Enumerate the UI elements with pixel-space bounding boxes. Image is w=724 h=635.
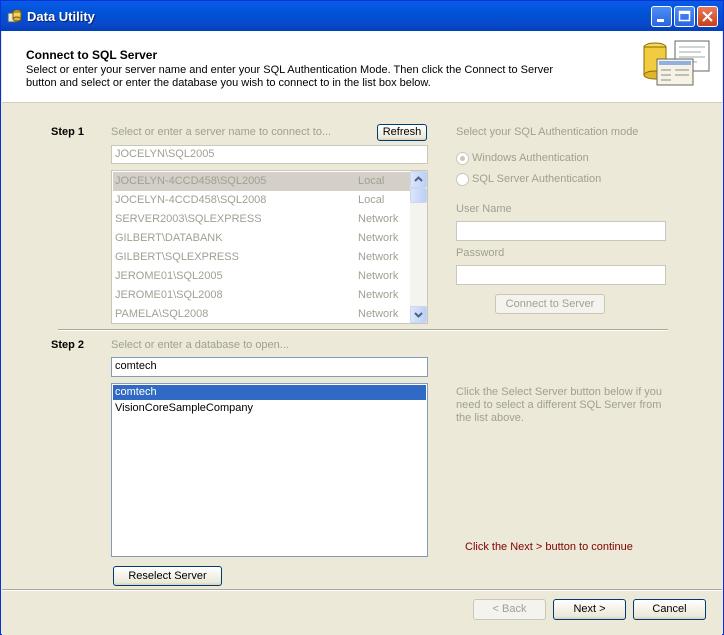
cancel-button[interactable]: Cancel [633, 599, 706, 620]
server-prompt: Select or enter a server name to connect… [111, 126, 332, 138]
database-prompt: Select or enter a database to open... [111, 339, 289, 351]
refresh-button[interactable]: Refresh [377, 124, 427, 141]
close-button[interactable] [697, 6, 718, 27]
minimize-icon [657, 19, 664, 22]
back-button[interactable]: < Back [473, 599, 546, 620]
reselect-hint: Click the Select Server button below if … [456, 386, 663, 424]
server-list-item[interactable]: JEROME01\SQL2005 Network [113, 267, 411, 286]
server-type: Network [358, 308, 399, 320]
page-description: Select or enter your server name and ent… [26, 64, 554, 89]
database-list[interactable]: comtech VisionCoreSampleCompany [111, 383, 428, 557]
connect-to-server-button[interactable]: Connect to Server [495, 294, 605, 314]
server-name: GILBERT\SQLEXPRESS [115, 251, 239, 263]
server-type: Network [358, 213, 399, 225]
scroll-thumb[interactable] [410, 188, 427, 203]
close-icon [702, 11, 713, 22]
server-type: Network [358, 289, 399, 301]
next-hint: Click the Next > button to continue [465, 541, 633, 553]
database-server-icon [643, 40, 710, 86]
server-type: Local [358, 175, 385, 187]
server-name-input[interactable]: JOCELYN\SQL2005 [111, 145, 428, 164]
chevron-down-icon [414, 312, 423, 318]
server-list-item[interactable]: JEROME01\SQL2008 Network [113, 286, 411, 305]
windows-auth-label: Windows Authentication [472, 152, 589, 164]
server-name: PAMELA\SQL2008 [115, 308, 209, 320]
wizard-header: Connect to SQL Server Select or enter yo… [2, 31, 722, 103]
database-list-item[interactable]: comtech [113, 385, 426, 400]
scroll-up-button[interactable] [410, 171, 427, 188]
database-app-icon [7, 9, 22, 23]
scroll-down-button[interactable] [410, 306, 427, 323]
server-name: JEROME01\SQL2005 [115, 270, 223, 282]
maximize-icon [678, 10, 691, 22]
step2-label: Step 2 [51, 339, 85, 351]
server-list-item[interactable]: JOCELYN-4CCD458\SQL2005 Local [113, 172, 411, 191]
password-label: Password [456, 247, 505, 259]
server-type: Local [358, 194, 385, 206]
section-divider [58, 329, 668, 331]
server-name: JOCELYN-4CCD458\SQL2008 [115, 194, 267, 206]
server-list-item[interactable]: PAMELA\SQL2008 Network [113, 305, 411, 323]
sql-auth-radio[interactable] [456, 173, 469, 186]
reselect-server-button[interactable]: Reselect Server [113, 566, 222, 586]
server-type: Network [358, 232, 399, 244]
server-name: JOCELYN-4CCD458\SQL2005 [115, 175, 267, 187]
server-name: GILBERT\DATABANK [115, 232, 223, 244]
server-type: Network [358, 251, 399, 263]
server-list-item[interactable]: SERVER2003\SQLEXPRESS Network [113, 210, 411, 229]
window-title: Data Utility [27, 9, 95, 24]
auth-mode-prompt: Select your SQL Authentication mode [456, 126, 639, 138]
chevron-up-icon [414, 176, 423, 182]
server-list-item[interactable]: JOCELYN-4CCD458\SQL2008 Local [113, 191, 411, 210]
username-label: User Name [456, 203, 512, 215]
server-list[interactable]: JOCELYN-4CCD458\SQL2005 Local JOCELYN-4CCD… [111, 170, 428, 324]
sql-auth-label: SQL Server Authentication [472, 173, 602, 185]
server-list-scrollbar[interactable] [410, 171, 427, 323]
server-name: JEROME01\SQL2008 [115, 289, 223, 301]
data-utility-window: Data Utility Connect to SQL Server Selec… [0, 0, 724, 635]
windows-auth-radio[interactable] [456, 152, 469, 165]
server-list-item[interactable]: GILBERT\SQLEXPRESS Network [113, 248, 411, 267]
server-name: SERVER2003\SQLEXPRESS [115, 213, 262, 225]
next-button[interactable]: Next > [553, 599, 626, 620]
password-input[interactable] [456, 265, 666, 285]
username-input[interactable] [456, 221, 666, 241]
title-bar[interactable]: Data Utility [1, 1, 723, 31]
minimize-button[interactable] [651, 6, 672, 27]
step1-label: Step 1 [51, 126, 85, 138]
page-title: Connect to SQL Server [26, 48, 158, 62]
database-list-item[interactable]: VisionCoreSampleCompany [113, 401, 426, 416]
maximize-button[interactable] [674, 6, 695, 27]
server-type: Network [358, 270, 399, 282]
database-input[interactable]: comtech [111, 357, 428, 377]
server-list-item[interactable]: GILBERT\DATABANK Network [113, 229, 411, 248]
